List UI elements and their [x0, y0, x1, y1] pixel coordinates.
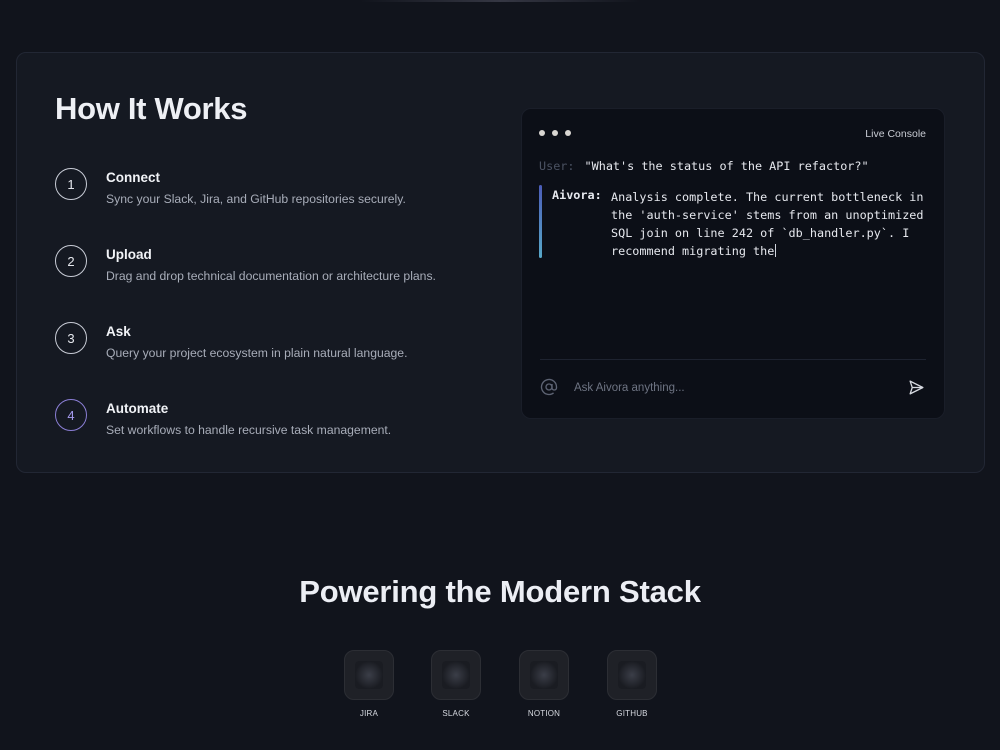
step-title: Upload: [106, 247, 152, 262]
response-accent-bar: [539, 185, 542, 258]
jira-logo-icon: [355, 661, 383, 689]
integration-label: NOTION: [527, 709, 561, 718]
integration-label: GITHUB: [616, 709, 648, 718]
step-number-badge: 2: [55, 245, 87, 277]
step-description: Drag and drop technical documentation or…: [106, 269, 436, 283]
step-number-badge: 3: [55, 322, 87, 354]
integration-github[interactable]: GITHUB: [602, 650, 662, 718]
step-automate: 4 Automate Set workflows to handle recur…: [55, 397, 475, 447]
integration-logos: JIRA SLACK NOTION GITHUB: [0, 650, 1000, 730]
step-title: Automate: [106, 401, 169, 416]
typing-caret: [775, 244, 777, 257]
how-it-works-section: How It Works 1 Connect Sync your Slack, …: [16, 52, 985, 473]
ask-input[interactable]: [574, 379, 894, 397]
at-icon: [540, 378, 558, 396]
jira-logo-tile: [344, 650, 394, 700]
integration-slack[interactable]: SLACK: [426, 650, 486, 718]
step-title: Ask: [106, 324, 131, 339]
user-message: User: "What's the status of the API refac…: [539, 159, 869, 173]
integration-label: JIRA: [359, 709, 379, 718]
step-upload: 2 Upload Drag and drop technical documen…: [55, 243, 475, 293]
top-glow-divider: [360, 0, 640, 2]
step-description: Query your project ecosystem in plain na…: [106, 346, 408, 360]
slack-logo-icon: [442, 661, 470, 689]
window-dots: [539, 130, 571, 136]
how-it-works-title: How It Works: [55, 91, 248, 126]
window-dot-icon: [565, 130, 571, 136]
integration-label: SLACK: [442, 709, 470, 718]
console-label: Live Console: [865, 128, 926, 140]
user-message-text: "What's the status of the API refactor?": [584, 159, 869, 173]
assistant-label: Aivora:: [552, 188, 602, 202]
send-icon[interactable]: [908, 379, 925, 396]
step-description: Sync your Slack, Jira, and GitHub reposi…: [106, 192, 406, 206]
stack-title: Powering the Modern Stack: [299, 574, 701, 609]
step-description: Set workflows to handle recursive task m…: [106, 423, 392, 437]
assistant-response: Aivora: Analysis complete. The current b…: [539, 185, 929, 259]
integration-notion[interactable]: NOTION: [514, 650, 574, 718]
integration-jira[interactable]: JIRA: [339, 650, 399, 718]
step-ask: 3 Ask Query your project ecosystem in pl…: [55, 320, 475, 370]
notion-logo-icon: [530, 661, 558, 689]
github-logo-icon: [618, 661, 646, 689]
user-label: User:: [539, 159, 575, 173]
assistant-message: Analysis complete. The current bottlenec…: [611, 188, 929, 260]
slack-logo-tile: [431, 650, 481, 700]
live-console: Live Console User: "What's the status of …: [521, 108, 945, 419]
github-logo-tile: [607, 650, 657, 700]
step-number-badge: 4: [55, 399, 87, 431]
window-dot-icon: [552, 130, 558, 136]
step-title: Connect: [106, 170, 160, 185]
window-dot-icon: [539, 130, 545, 136]
step-number-badge: 1: [55, 168, 87, 200]
notion-logo-tile: [519, 650, 569, 700]
console-divider: [540, 359, 926, 360]
step-connect: 1 Connect Sync your Slack, Jira, and Git…: [55, 166, 475, 216]
assistant-message-text: Analysis complete. The current bottlenec…: [611, 190, 924, 258]
